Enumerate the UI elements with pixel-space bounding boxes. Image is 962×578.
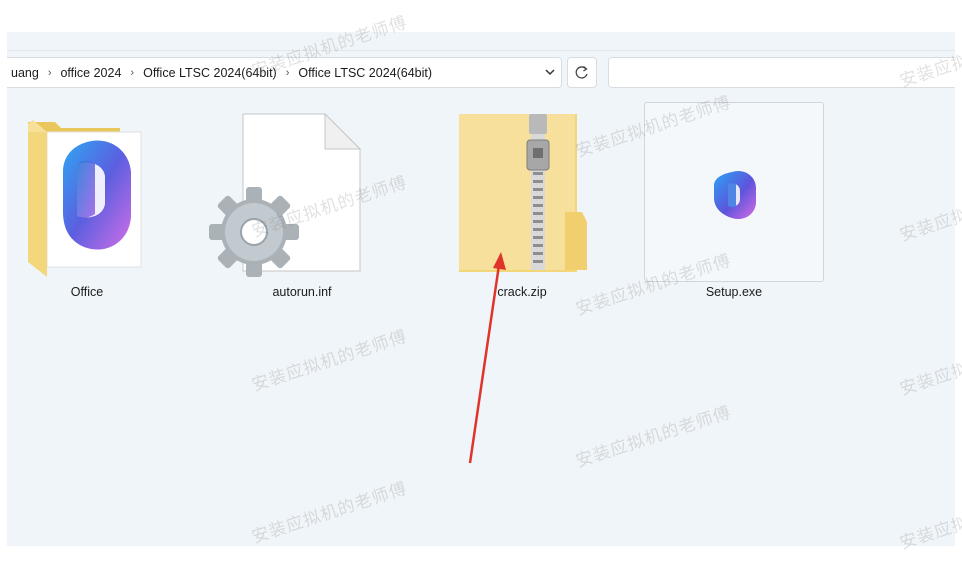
- breadcrumb-item[interactable]: office 2024: [56, 66, 125, 80]
- file-item-office[interactable]: Office: [17, 102, 157, 302]
- address-bar[interactable]: uang › office 2024 › Office LTSC 2024(64…: [7, 57, 562, 88]
- office-app-icon: [714, 170, 756, 220]
- chevron-right-icon: ›: [130, 66, 135, 79]
- breadcrumb: uang › office 2024 › Office LTSC 2024(64…: [7, 58, 436, 87]
- file-item-autorun[interactable]: autorun.inf: [207, 102, 397, 302]
- zip-folder-icon: [459, 114, 587, 272]
- file-label: Setup.exe: [705, 285, 763, 299]
- search-input[interactable]: [608, 57, 955, 88]
- refresh-icon: [575, 66, 588, 79]
- breadcrumb-item[interactable]: Office LTSC 2024(64bit): [139, 66, 281, 80]
- file-explorer-window: uang › office 2024 › Office LTSC 2024(64…: [7, 32, 955, 546]
- file-label: Office: [70, 285, 104, 299]
- chevron-right-icon: ›: [285, 66, 290, 79]
- file-label: autorun.inf: [272, 285, 332, 299]
- refresh-button[interactable]: [567, 57, 597, 88]
- settings-file-icon: [209, 112, 362, 277]
- folder-office-icon: [28, 120, 142, 277]
- breadcrumb-item[interactable]: Office LTSC 2024(64bit): [294, 66, 436, 80]
- chevron-down-icon[interactable]: [542, 64, 558, 80]
- chevron-right-icon: ›: [47, 66, 52, 79]
- divider: [7, 50, 955, 51]
- file-item-crack[interactable]: crack.zip: [447, 102, 597, 302]
- file-item-setup[interactable]: Setup.exe: [644, 102, 824, 302]
- breadcrumb-item[interactable]: uang: [7, 66, 43, 80]
- file-label: crack.zip: [497, 285, 547, 299]
